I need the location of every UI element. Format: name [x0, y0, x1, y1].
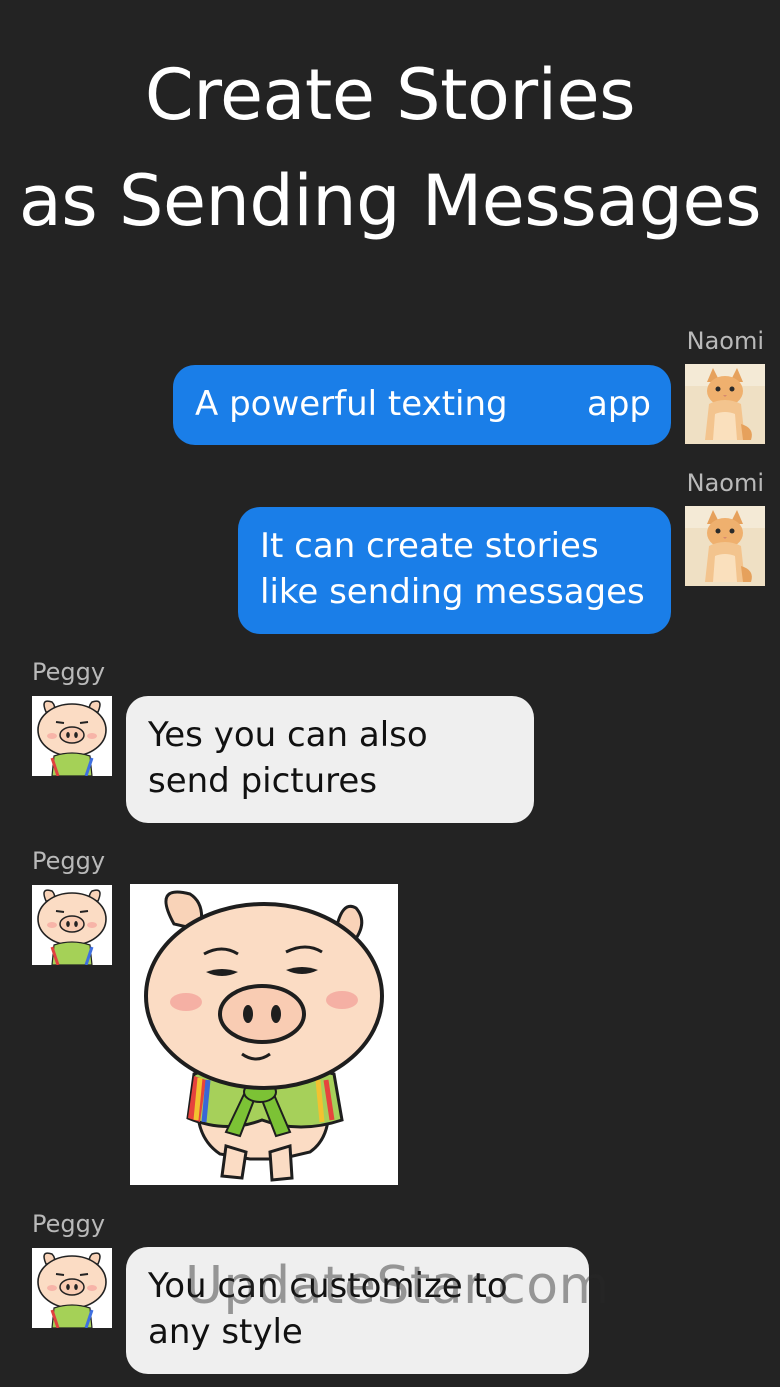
pig-sticker-image[interactable]: [130, 884, 398, 1185]
headline: Create Stories as Sending Messages: [0, 42, 780, 254]
message-bubble-incoming[interactable]: Yes you can also send pictures: [126, 696, 534, 823]
sender-name: Peggy: [32, 1210, 106, 1238]
message-text: It can create stories like sending messa…: [260, 526, 645, 612]
sender-name: Naomi: [686, 469, 764, 497]
pig-avatar[interactable]: [32, 696, 112, 776]
kitten-avatar[interactable]: [685, 506, 765, 586]
message-bubble-outgoing[interactable]: A powerful texting app: [173, 365, 671, 445]
headline-line-1: Create Stories: [144, 54, 636, 136]
kitten-avatar[interactable]: [685, 364, 765, 444]
message-text: app: [587, 384, 651, 424]
headline-line-2: as Sending Messages: [18, 160, 762, 242]
watermark: UpdateStar.com: [185, 1256, 610, 1316]
message-text: Yes you can also send pictures: [148, 715, 428, 801]
message-bubble-outgoing[interactable]: It can create stories like sending messa…: [238, 507, 671, 634]
sender-name: Naomi: [686, 327, 764, 355]
sender-name: Peggy: [32, 658, 106, 686]
message-text: A powerful texting: [195, 384, 508, 424]
sender-name: Peggy: [32, 847, 106, 875]
pig-avatar[interactable]: [32, 1248, 112, 1328]
pig-avatar[interactable]: [32, 885, 112, 965]
